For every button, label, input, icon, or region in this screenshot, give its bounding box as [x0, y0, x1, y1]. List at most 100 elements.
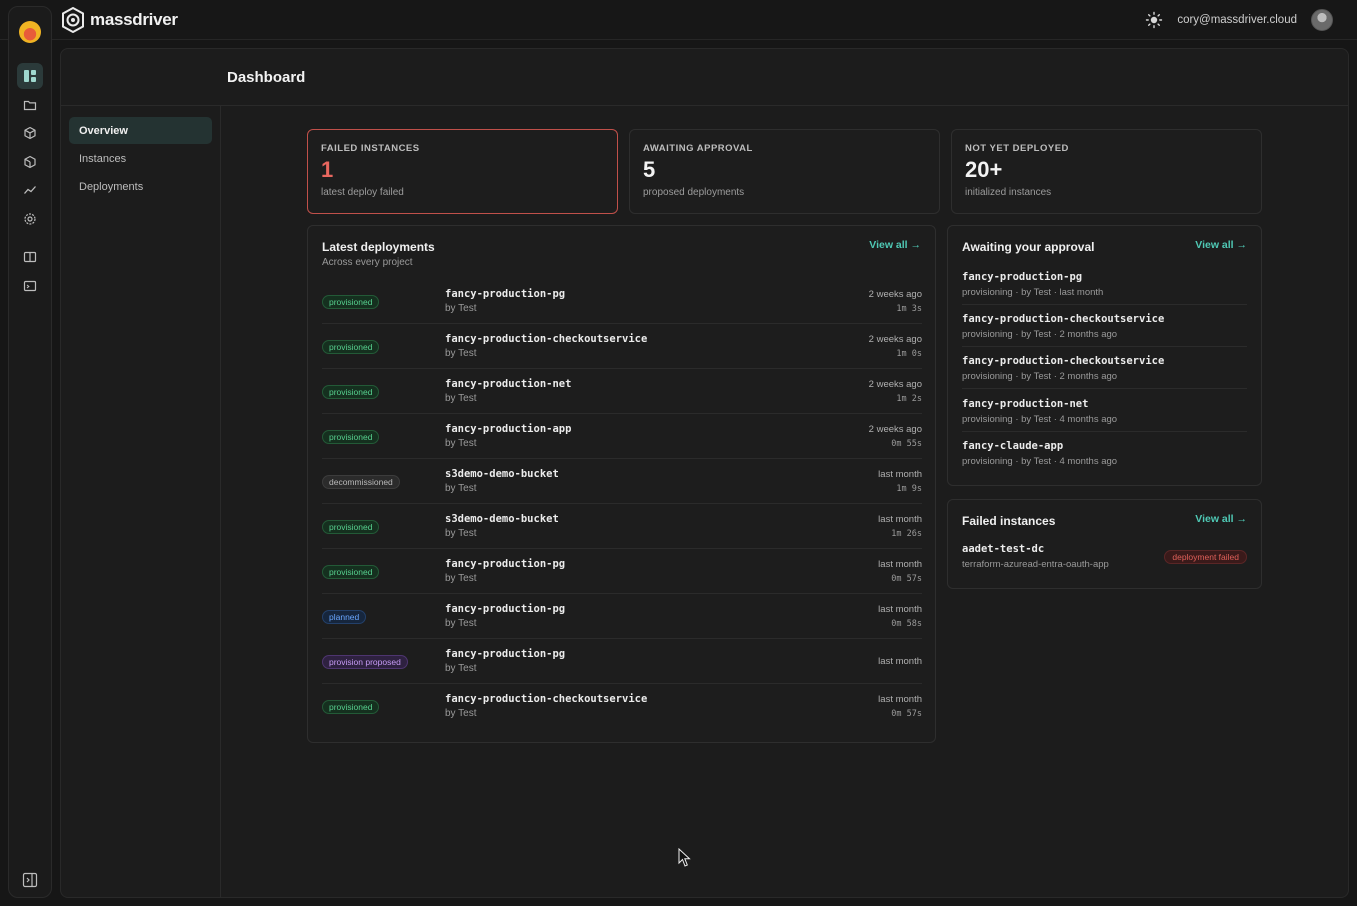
brand[interactable]: massdriver [60, 5, 178, 35]
table-row[interactable]: provisioned fancy-production-pg by Test … [322, 279, 922, 324]
deployed-by: by Test [445, 348, 477, 359]
collapse-sidebar-icon[interactable] [22, 872, 38, 888]
list-item[interactable]: fancy-production-checkoutservice provisi… [962, 347, 1247, 389]
table-row[interactable]: provisioned s3demo-demo-bucket by Test l… [322, 504, 922, 549]
view-all-failed-link[interactable]: View all → [1195, 513, 1247, 525]
table-row[interactable]: provisioned fancy-production-net by Test… [322, 369, 922, 414]
list-item[interactable]: fancy-production-checkoutservice provisi… [962, 305, 1247, 347]
deploy-duration: 1m 2s [896, 394, 922, 404]
deploy-duration: 1m 3s [896, 304, 922, 314]
page-header: Dashboard [61, 49, 1348, 106]
bundles-icon[interactable] [17, 120, 43, 146]
stat-label: NOT YET DEPLOYED [965, 143, 1069, 154]
deployment-name: fancy-production-app [445, 423, 572, 435]
deploy-duration: 1m 9s [896, 484, 922, 494]
deployed-by: by Test [445, 618, 477, 629]
card-title: Failed instances [962, 514, 1056, 528]
instance-meta: provisioning · by Test · 4 months ago [962, 414, 1118, 425]
package-icon[interactable] [17, 149, 43, 175]
mouse-cursor-icon [678, 848, 691, 867]
deployment-name: s3demo-demo-bucket [445, 468, 559, 480]
status-badge: provisioned [322, 340, 380, 354]
org-logo-icon[interactable] [19, 21, 41, 43]
metrics-icon[interactable] [17, 177, 43, 203]
main-panel: Dashboard Overview Instances Deployments… [60, 48, 1349, 898]
top-bar: massdriver cory@massdriver.cloud [0, 0, 1357, 40]
deployment-name: fancy-production-pg [445, 648, 566, 660]
instance-name: fancy-production-checkoutservice [962, 355, 1165, 367]
deployed-when: last month [878, 514, 922, 525]
terminal-icon[interactable] [17, 273, 43, 299]
instance-meta: provisioning · by Test · 2 months ago [962, 371, 1118, 382]
deployed-by: by Test [445, 663, 477, 674]
status-badge: provisioned [322, 700, 380, 714]
deployed-by: by Test [445, 483, 477, 494]
instance-name[interactable]: aadet-test-dc [962, 543, 1044, 555]
table-row[interactable]: decommissioned s3demo-demo-bucket by Tes… [322, 459, 922, 504]
sub-navigation: Overview Instances Deployments [61, 106, 221, 898]
deploy-duration: 0m 57s [891, 574, 922, 584]
deploy-duration: 0m 57s [891, 709, 922, 719]
status-badge: provision proposed [322, 655, 408, 669]
deployed-when: last month [878, 469, 922, 480]
failed-instances-list-card: Failed instances View all → aadet-test-d… [947, 499, 1262, 589]
deployed-by: by Test [445, 438, 477, 449]
user-email[interactable]: cory@massdriver.cloud [1177, 14, 1297, 26]
deployed-by: by Test [445, 303, 477, 314]
icon-rail [8, 6, 52, 898]
status-badge: decommissioned [322, 475, 400, 489]
stat-subtext: latest deploy failed [321, 187, 404, 198]
list-item[interactable]: fancy-claude-app provisioning · by Test … [962, 432, 1247, 474]
page-title: Dashboard [227, 69, 306, 86]
table-row[interactable]: planned fancy-production-pg by Test last… [322, 594, 922, 639]
theme-toggle-sun-icon[interactable] [1145, 11, 1163, 29]
subnav-item-overview[interactable]: Overview [69, 117, 212, 144]
status-badge: provisioned [322, 385, 380, 399]
table-row[interactable]: provisioned fancy-production-checkoutser… [322, 324, 922, 369]
deployment-name: fancy-production-checkoutservice [445, 333, 648, 345]
stat-subtext: proposed deployments [643, 187, 745, 198]
awaiting-approval-card[interactable]: AWAITING APPROVAL 5 proposed deployments [629, 129, 940, 214]
list-item[interactable]: fancy-production-net provisioning · by T… [962, 390, 1247, 432]
table-row[interactable]: provisioned fancy-production-app by Test… [322, 414, 922, 459]
awaiting-approval-list-card: Awaiting your approval View all → fancy-… [947, 225, 1262, 486]
list-item[interactable]: fancy-production-pg provisioning · by Te… [962, 263, 1247, 305]
table-row[interactable]: provisioned fancy-production-checkoutser… [322, 684, 922, 729]
massdriver-logo-icon [62, 7, 84, 33]
subnav-item-instances[interactable]: Instances [69, 145, 212, 172]
instance-meta: provisioning · by Test · 4 months ago [962, 456, 1118, 467]
failed-instances-card[interactable]: FAILED INSTANCES 1 latest deploy failed [307, 129, 618, 214]
instance-name: fancy-production-net [962, 398, 1089, 410]
folder-icon[interactable] [17, 92, 43, 118]
deployed-when: last month [878, 694, 922, 705]
table-row[interactable]: provision proposed fancy-production-pg b… [322, 639, 922, 684]
table-row[interactable]: provisioned fancy-production-pg by Test … [322, 549, 922, 594]
status-badge: provisioned [322, 565, 380, 579]
deployed-when: last month [878, 559, 922, 570]
dashboard-icon[interactable] [17, 63, 43, 89]
deploy-duration: 1m 0s [896, 349, 922, 359]
deployed-by: by Test [445, 573, 477, 584]
subnav-item-deployments[interactable]: Deployments [69, 173, 212, 200]
deployed-by: by Test [445, 708, 477, 719]
stat-value: 20+ [965, 157, 1003, 182]
instance-meta: provisioning · by Test · 2 months ago [962, 329, 1118, 340]
deployed-when: last month [878, 656, 922, 667]
deployment-name: fancy-production-pg [445, 603, 566, 615]
not-yet-deployed-card[interactable]: NOT YET DEPLOYED 20+ initialized instanc… [951, 129, 1262, 214]
deployment-name: fancy-production-pg [445, 288, 566, 300]
card-title: Latest deployments [322, 240, 435, 254]
settings-icon[interactable] [17, 206, 43, 232]
deployment-name: fancy-production-net [445, 378, 572, 390]
stat-value: 5 [643, 157, 656, 182]
latest-deployments-card: Latest deployments Across every project … [307, 225, 936, 743]
view-all-approvals-link[interactable]: View all → [1195, 239, 1247, 251]
instance-bundle: terraform-azuread-entra-oauth-app [962, 559, 1109, 570]
docs-icon[interactable] [17, 244, 43, 270]
deploy-duration: 1m 26s [891, 529, 922, 539]
deployed-when: 2 weeks ago [868, 334, 922, 345]
instance-name: fancy-claude-app [962, 440, 1064, 452]
user-avatar[interactable] [1311, 9, 1333, 31]
view-all-deployments-link[interactable]: View all → [869, 239, 921, 251]
deployed-when: 2 weeks ago [868, 379, 922, 390]
